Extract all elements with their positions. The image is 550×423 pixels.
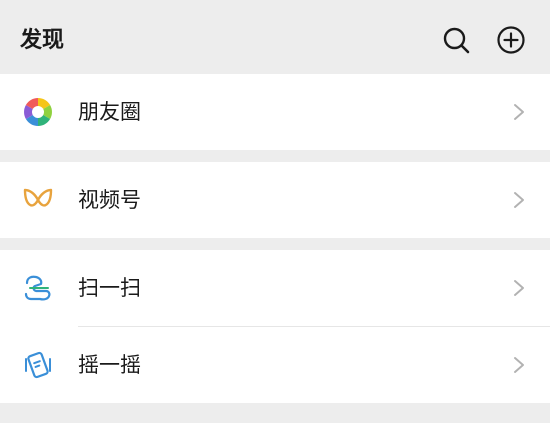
moments-aperture-icon bbox=[24, 98, 52, 126]
menu-item-scan[interactable]: 扫一扫 bbox=[0, 250, 550, 326]
chevron-right-icon bbox=[514, 280, 524, 296]
search-icon[interactable] bbox=[441, 25, 471, 55]
top-bar: 发现 bbox=[0, 0, 550, 80]
menu-item-label: 视频号 bbox=[78, 188, 141, 212]
group-channels: 视频号 bbox=[0, 162, 550, 238]
group-tools: 扫一扫 摇一摇 bbox=[0, 250, 550, 403]
chevron-right-icon bbox=[514, 357, 524, 373]
menu-item-label: 扫一扫 bbox=[78, 276, 141, 300]
chevron-right-icon bbox=[514, 104, 524, 120]
scan-icon bbox=[24, 275, 51, 301]
channels-butterfly-icon bbox=[23, 188, 53, 207]
shake-phone-icon bbox=[25, 351, 51, 379]
menu-item-shake[interactable]: 摇一摇 bbox=[0, 327, 550, 403]
menu-item-channels[interactable]: 视频号 bbox=[0, 162, 550, 238]
menu-item-moments[interactable]: 朋友圈 bbox=[0, 74, 550, 150]
menu-item-label: 摇一摇 bbox=[78, 353, 141, 377]
plus-circle-icon[interactable] bbox=[496, 25, 526, 55]
discover-page: 发现 朋友圈 视频号 扫一扫 摇一摇 bbox=[0, 0, 550, 423]
menu-item-label: 朋友圈 bbox=[78, 100, 141, 124]
chevron-right-icon bbox=[514, 192, 524, 208]
group-moments: 朋友圈 bbox=[0, 74, 550, 150]
page-title: 发现 bbox=[20, 28, 65, 53]
